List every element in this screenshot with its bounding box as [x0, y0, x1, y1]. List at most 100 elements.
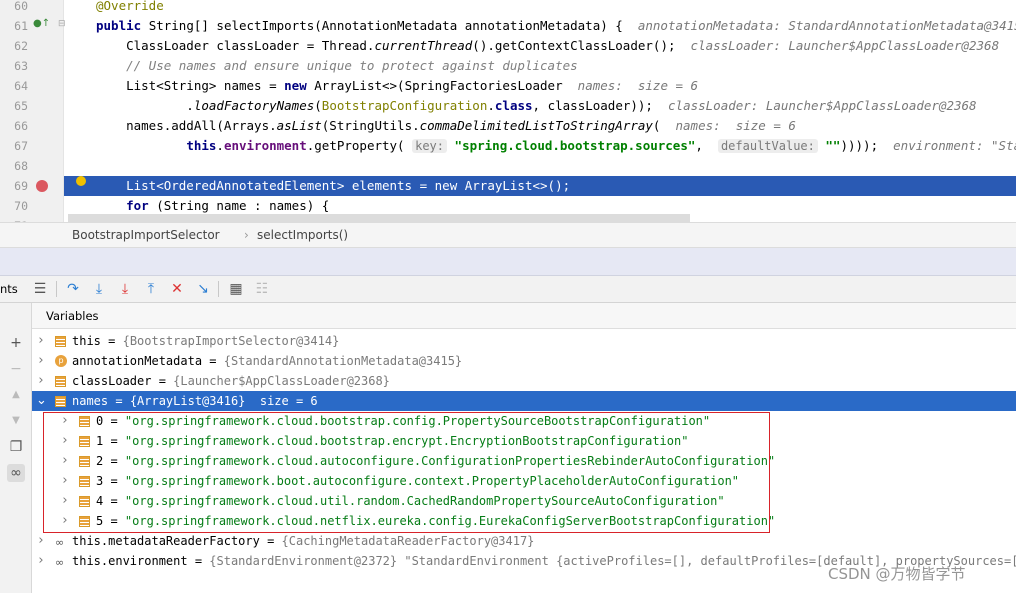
code-line[interactable]: 61 public String[] selectImports(Annotati…	[0, 16, 1016, 36]
variable-value: {BootstrapImportSelector@3414}	[122, 334, 340, 348]
code-line[interactable]: 66 names.addAll(Arrays.asList(StringUtil…	[0, 116, 1016, 136]
expand-arrow-icon[interactable]: ›	[36, 351, 46, 371]
breadcrumb-class[interactable]: BootstrapImportSelector	[72, 228, 220, 242]
code-line[interactable]: 69 List<OrderedAnnotatedElement> element…	[14, 176, 1016, 196]
variable-name: classLoader	[72, 374, 152, 388]
code-editor[interactable]: 60 @Override 61 public String[] selectImpor…	[0, 0, 1016, 222]
variable-row[interactable]: ⌄ names = {ArrayList@3416} size = 6	[32, 391, 1016, 411]
code-text: // Use names and ensure unique to protec…	[96, 56, 578, 76]
code-line[interactable]: 63 // Use names and ensure unique to pro…	[0, 56, 1016, 76]
list-icon[interactable]: ☰	[31, 280, 49, 298]
code-token: loadFactoryNames	[193, 98, 315, 113]
code-line[interactable]: 64 List<String> names = new ArrayList<>(…	[0, 76, 1016, 96]
step-out-icon[interactable]: ⤒	[142, 280, 160, 298]
evaluate-icon[interactable]: ▦	[227, 280, 245, 298]
code-line[interactable]: 60 @Override	[0, 0, 1016, 16]
trace-icon[interactable]: ☷	[253, 280, 271, 298]
override-gutter-icon[interactable]: ●↑	[33, 18, 50, 29]
code-token: .	[216, 138, 224, 153]
variables-side-toolbar: + − ▲ ▼ ❐ ∞	[0, 303, 32, 593]
line-number: 68	[14, 159, 28, 173]
variable-row[interactable]: › this = {BootstrapImportSelector@3414}	[32, 331, 1016, 351]
run-to-cursor-icon[interactable]: ↘	[194, 280, 212, 298]
code-token: (String name : names) {	[156, 198, 330, 213]
variable-value: {Launcher$AppClassLoader@2368}	[173, 374, 390, 388]
intention-bulb-icon[interactable]	[76, 176, 86, 186]
code-token: "spring.cloud.bootstrap.sources"	[454, 138, 696, 153]
collapse-arrow-icon[interactable]: ⌄	[36, 391, 47, 411]
watch-icon: ∞	[55, 536, 65, 549]
code-token: names: size = 6	[675, 118, 796, 133]
variable-equals: =	[187, 554, 210, 568]
expand-arrow-icon[interactable]: ›	[36, 371, 46, 391]
code-token: (	[314, 98, 322, 113]
line-number: 65	[14, 99, 28, 113]
expand-arrow-icon[interactable]: ›	[36, 531, 46, 551]
variable-name: this.environment	[72, 554, 188, 568]
copy-icon[interactable]: ❐	[7, 438, 25, 456]
fold-icon[interactable]: ⊟	[58, 19, 66, 29]
code-token: // Use names and ensure unique to protec…	[96, 58, 578, 73]
code-text: List<String> names = new ArrayList<>(Spr…	[96, 76, 698, 96]
line-number: 66	[14, 119, 28, 133]
editor-horizontal-scroll[interactable]	[68, 214, 690, 222]
code-line[interactable]: 67 this.environment.getProperty( key: "s…	[0, 136, 1016, 156]
line-number: 69	[14, 179, 28, 193]
code-token: names: size = 6	[577, 78, 699, 93]
remove-icon[interactable]: −	[7, 360, 25, 378]
code-token: ""	[825, 138, 841, 153]
toolbar-separator	[56, 281, 57, 297]
variable-value: {StandardAnnotationMetadata@3415}	[223, 354, 463, 368]
variable-name: this.metadataReaderFactory	[72, 534, 260, 548]
code-token: commaDelimitedListToStringArray	[419, 118, 653, 133]
expand-arrow-icon[interactable]: ›	[36, 551, 46, 571]
code-token: List<OrderedAnnotatedElement> elements =…	[96, 178, 571, 193]
variable-equals: =	[259, 534, 282, 548]
code-token: class	[494, 98, 533, 113]
line-number: 60	[14, 0, 28, 13]
step-over-icon[interactable]: ↷	[64, 280, 82, 298]
code-token: defaultValue:	[717, 139, 818, 153]
drop-frame-icon[interactable]: ✕	[168, 280, 186, 298]
variable-name: annotationMetadata	[72, 354, 203, 368]
variable-row[interactable]: › p annotationMetadata = {StandardAnnotati…	[32, 351, 1016, 371]
code-token: (StringUtils.	[321, 118, 420, 133]
code-token: ))));	[840, 138, 894, 153]
add-icon[interactable]: +	[7, 334, 25, 352]
code-text: for (String name : names) {	[96, 196, 329, 216]
code-text: @Override	[96, 0, 164, 16]
code-token: (	[652, 118, 676, 133]
variable-equals: =	[202, 354, 224, 368]
debug-tab-bar	[0, 248, 1016, 276]
code-line[interactable]: 68	[0, 156, 1016, 176]
code-line[interactable]: 65 .loadFactoryNames(BootstrapConfigurat…	[0, 96, 1016, 116]
code-token: new	[284, 78, 315, 93]
step-into-icon[interactable]: ⤓	[90, 280, 108, 298]
up-icon[interactable]: ▲	[7, 386, 25, 404]
highlight-box	[43, 412, 770, 533]
code-token: public	[96, 18, 149, 33]
breadcrumb-method[interactable]: selectImports()	[257, 228, 348, 242]
code-line[interactable]: 62 ClassLoader classLoader = Thread.curr…	[0, 36, 1016, 56]
down-icon[interactable]: ▼	[7, 412, 25, 430]
variable-name: names	[72, 394, 109, 408]
variable-row[interactable]: › classLoader = {Launcher$AppClassLoader@…	[32, 371, 1016, 391]
variable-name: this	[72, 334, 101, 348]
watch-icon: ∞	[55, 556, 65, 569]
force-step-into-icon[interactable]: ⤓	[116, 280, 134, 298]
code-text: List<OrderedAnnotatedElement> elements =…	[96, 176, 570, 196]
frames-tab-label[interactable]: nts	[0, 282, 18, 296]
variable-row[interactable]: › ∞ this.metadataReaderFactory = {CachingM…	[32, 531, 1016, 551]
breakpoint-icon[interactable]	[36, 180, 48, 192]
code-line[interactable]: 70 for (String name : names) {	[0, 196, 1016, 216]
toolbar-separator	[218, 281, 219, 297]
code-token: .getProperty(	[306, 138, 413, 153]
glasses-icon[interactable]: ∞	[7, 464, 25, 482]
code-text: names.addAll(Arrays.asList(StringUtils.c…	[96, 116, 796, 136]
expand-arrow-icon[interactable]: ›	[36, 331, 46, 351]
code-token: .	[96, 98, 194, 113]
breadcrumb: BootstrapImportSelector › selectImports(…	[0, 222, 1016, 248]
variables-title: Variables	[46, 309, 99, 323]
